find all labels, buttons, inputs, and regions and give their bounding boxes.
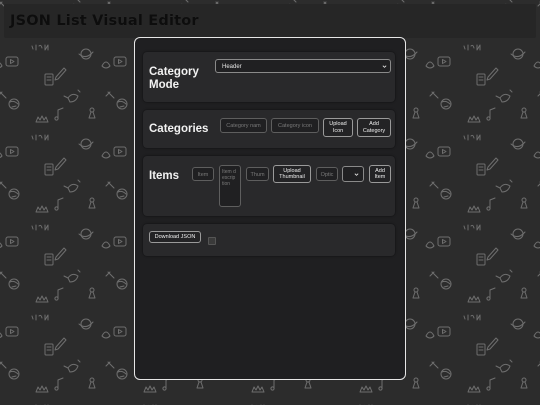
category-mode-select[interactable]: Header [215, 59, 391, 73]
category-mode-selected: Header [222, 64, 242, 70]
upload-icon-line2: Icon [332, 127, 344, 134]
items-section: Items Item Item description Thum Upload T… [143, 156, 395, 216]
item-name-input[interactable]: Item [192, 167, 214, 181]
category-mode-label-line2: Mode [149, 79, 180, 91]
download-section: Download JSON [143, 224, 395, 256]
upload-icon-line1: Upload [329, 121, 347, 127]
categories-label: Categories [149, 123, 209, 135]
categories-section: Categories Category nam Category icon Up… [143, 110, 395, 148]
upload-icon-button[interactable]: Upload Icon [323, 118, 353, 137]
item-description-placeholder: Item description [222, 169, 236, 187]
upload-thumbnail-button[interactable]: Upload Thumbnail [273, 165, 311, 183]
category-mode-label-line1: Category [149, 66, 199, 78]
item-option-input[interactable]: Optic [316, 167, 338, 181]
item-description-textarea[interactable]: Item description [219, 165, 241, 207]
title-bar: JSON List Visual Editor [4, 4, 536, 38]
add-item-line1: Add [375, 167, 385, 174]
item-thumbnail-input[interactable]: Thum [246, 167, 269, 181]
editor-panel: Category Mode Header Categories Category… [134, 37, 406, 380]
app-title: JSON List Visual Editor [10, 13, 199, 29]
add-item-button[interactable]: Add Item [369, 165, 391, 183]
chevron-down-icon [354, 173, 359, 176]
category-icon-input[interactable]: Category icon [271, 118, 319, 133]
add-item-line2: Item [374, 174, 386, 180]
category-mode-section: Category Mode Header [143, 52, 395, 102]
category-name-input[interactable]: Category nam [220, 118, 267, 133]
category-mode-label: Category Mode [149, 66, 199, 92]
add-category-line1: Add [369, 121, 379, 127]
add-category-button[interactable]: Add Category [357, 118, 391, 137]
upload-thumbnail-line2: Thumbnail [279, 174, 305, 180]
item-option-select[interactable] [342, 166, 364, 182]
upload-thumbnail-line1: Upload [283, 167, 301, 174]
chevron-down-icon [382, 65, 387, 68]
items-label: Items [149, 170, 180, 182]
download-status-indicator [208, 237, 216, 245]
download-json-button[interactable]: Download JSON [149, 231, 201, 243]
add-category-line2: Category [362, 127, 386, 134]
